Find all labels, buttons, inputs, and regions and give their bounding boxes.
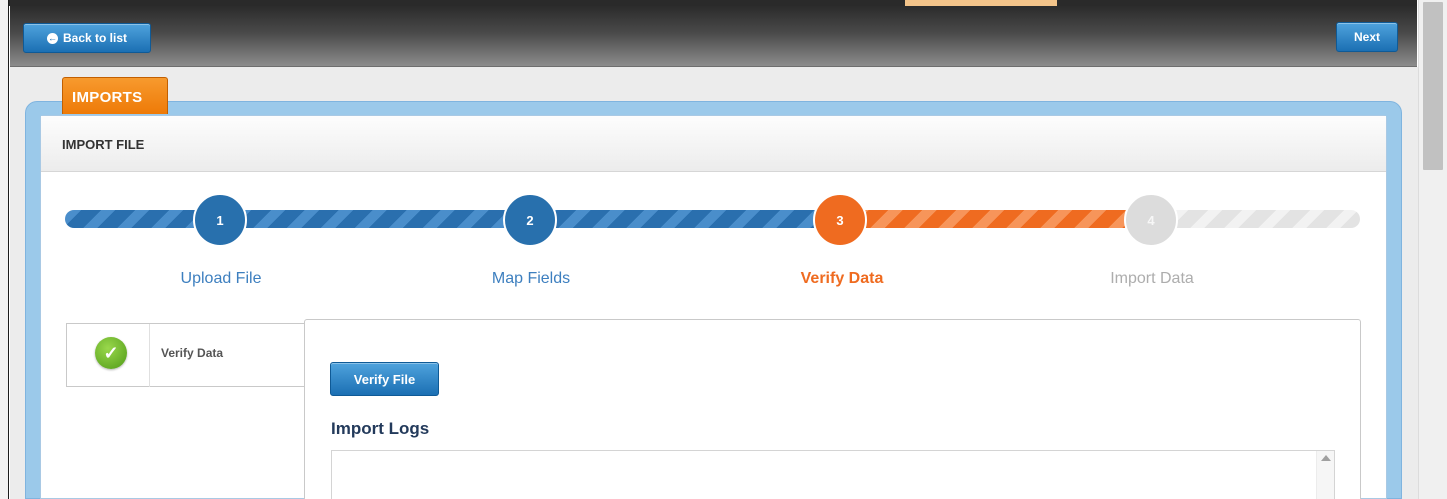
panel-header: IMPORT FILE <box>41 116 1386 172</box>
page-scrollbar-thumb[interactable] <box>1423 2 1443 170</box>
panel-title: IMPORT FILE <box>62 137 145 152</box>
back-to-list-button[interactable]: ← Back to list <box>23 23 151 53</box>
window-left-edge <box>0 0 9 499</box>
step-1-label[interactable]: Upload File <box>121 270 321 288</box>
imports-tab[interactable]: IMPORTS <box>62 77 168 114</box>
step-3-label[interactable]: Verify Data <box>742 270 942 288</box>
import-logs-textarea[interactable] <box>331 450 1335 499</box>
step-1-circle[interactable]: 1 <box>193 193 247 247</box>
arrow-left-icon: ← <box>46 32 58 44</box>
check-circle-icon: ✓ <box>95 337 127 369</box>
import-logs-title: Import Logs <box>331 419 430 438</box>
verify-file-label: Verify File <box>353 371 416 387</box>
side-nav-item-verify-data[interactable]: ✓ Verify Data <box>66 323 306 387</box>
step-3-circle[interactable]: 3 <box>813 193 867 247</box>
logs-scrollbar[interactable] <box>1316 451 1334 499</box>
progress-track-complete <box>65 210 830 228</box>
step-4-circle[interactable]: 4 <box>1124 193 1178 247</box>
page-scrollbar[interactable] <box>1418 0 1447 499</box>
scroll-up-arrow-icon[interactable] <box>1321 455 1331 461</box>
side-nav-divider <box>149 324 150 387</box>
progress-track-active <box>830 210 1142 228</box>
step-2-circle[interactable]: 2 <box>503 193 557 247</box>
verify-content-box: Verify File Import Logs <box>304 319 1361 499</box>
next-button[interactable]: Next <box>1336 22 1398 52</box>
step-2-label[interactable]: Map Fields <box>431 270 631 288</box>
side-nav-label: Verify Data <box>161 346 224 360</box>
next-label: Next <box>1353 30 1380 44</box>
step-4-label: Import Data <box>1110 270 1194 287</box>
verify-file-button[interactable]: Verify File <box>330 362 439 396</box>
top-toolbar: ← Back to list Next <box>10 6 1417 67</box>
back-to-list-label: Back to list <box>62 31 128 45</box>
import-file-panel: IMPORT FILE 1 2 3 4 Upload File Map Fiel… <box>40 115 1387 499</box>
